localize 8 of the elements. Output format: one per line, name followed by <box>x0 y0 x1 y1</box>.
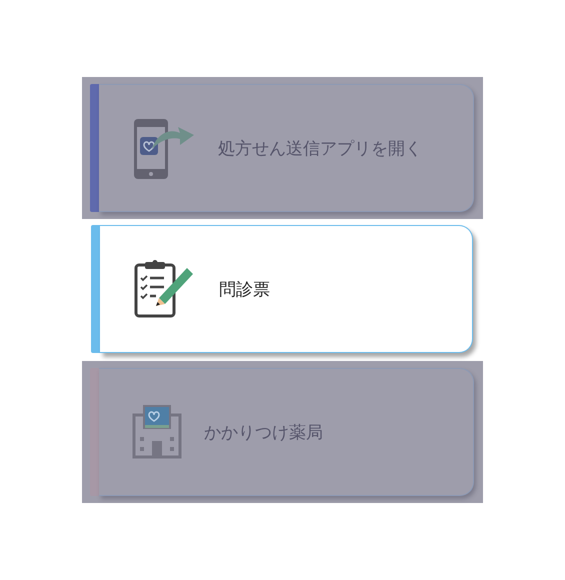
menu-label: 問診票 <box>219 278 270 300</box>
phone-share-icon <box>132 117 196 179</box>
building-icon <box>132 405 182 459</box>
menu-label: かかりつけ薬局 <box>204 422 323 444</box>
menu-card[interactable]: かかりつけ薬局 <box>99 368 474 496</box>
menu-label: 処方せん送信アプリを開く <box>218 138 422 160</box>
menu-card[interactable]: 処方せん送信アプリを開く <box>99 84 474 212</box>
menu-card[interactable]: 問診票 <box>100 225 473 353</box>
